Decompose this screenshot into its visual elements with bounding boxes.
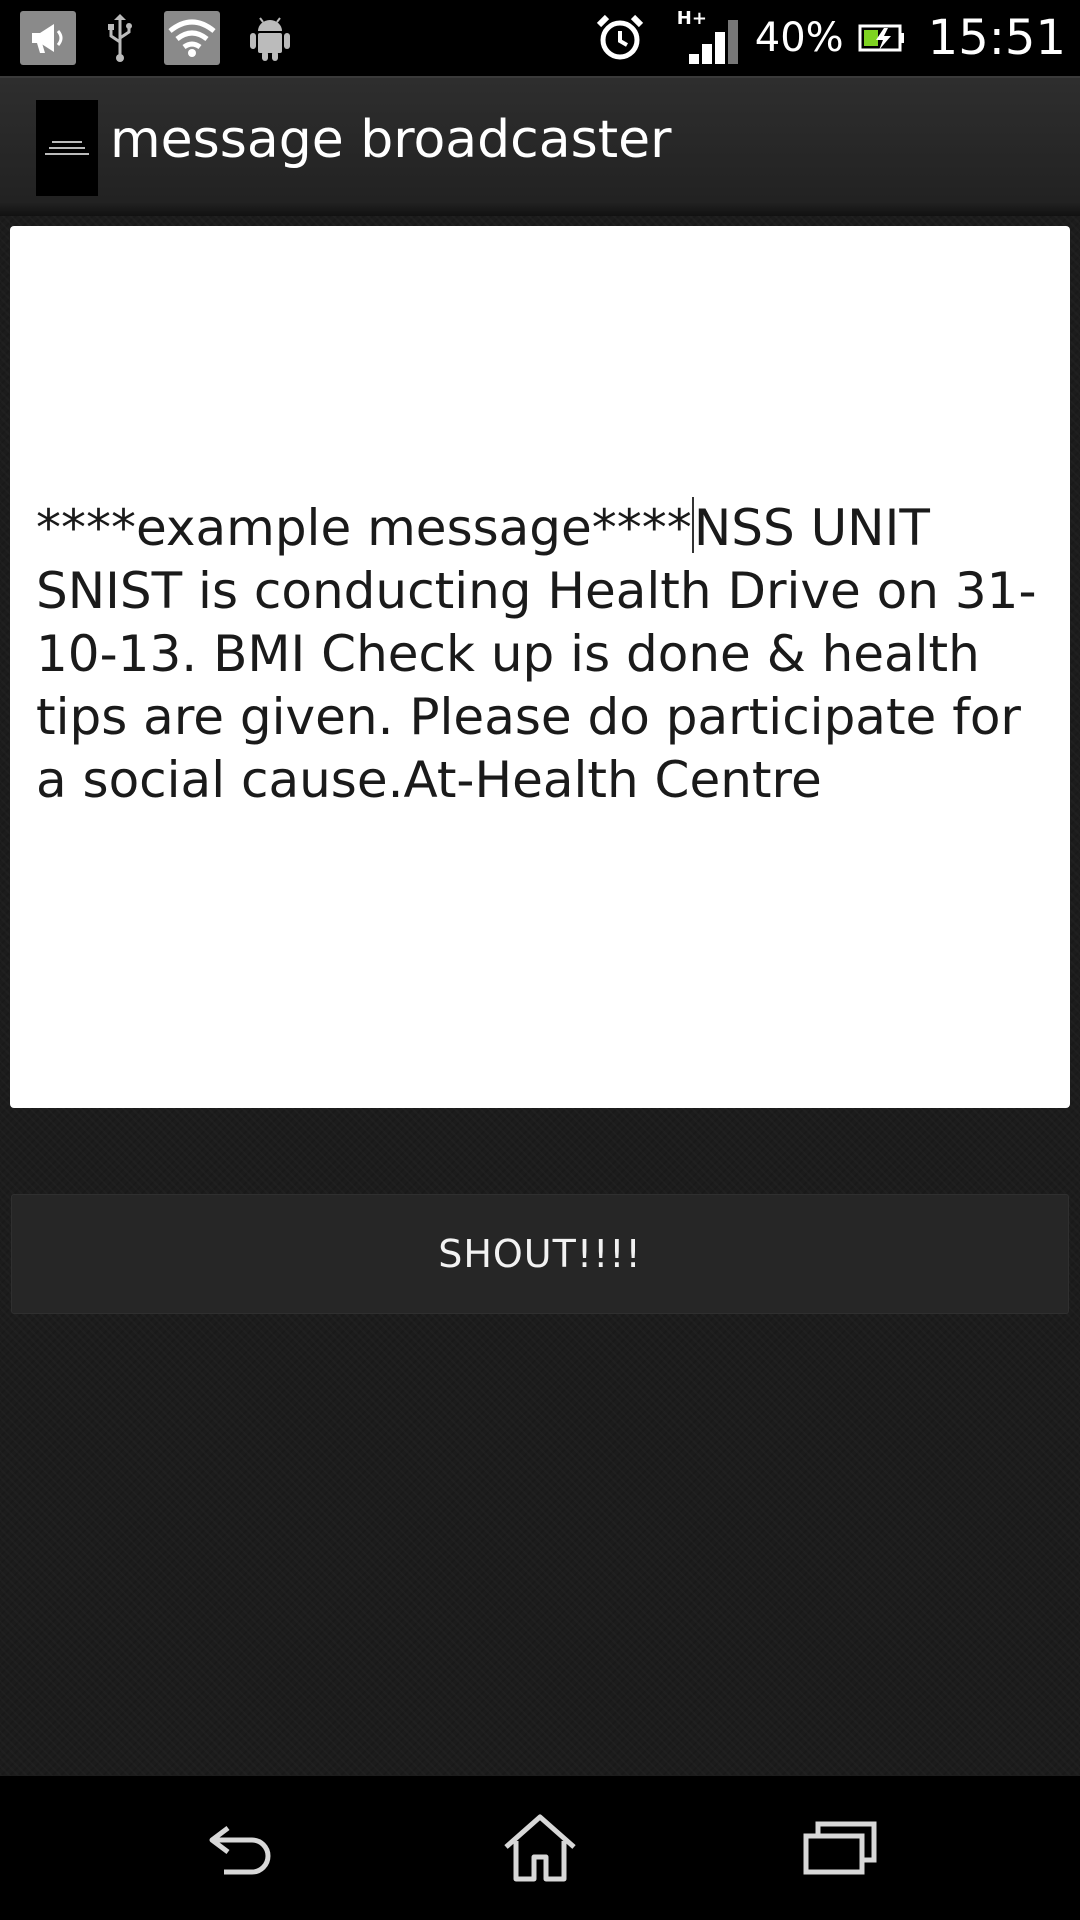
- megaphone-notification-icon: [20, 11, 76, 65]
- home-icon: [504, 1814, 576, 1882]
- system-status: H+ 40% 15:51: [595, 0, 1066, 76]
- recent-apps-button[interactable]: [740, 1776, 940, 1920]
- screen: H+ 40% 15:51 message broadcaster ****exa…: [0, 0, 1080, 1920]
- back-button[interactable]: [140, 1776, 340, 1920]
- wifi-icon: [164, 11, 220, 65]
- status-bar: H+ 40% 15:51: [0, 0, 1080, 76]
- home-button[interactable]: [440, 1776, 640, 1920]
- hplus-signal-icon: H+: [677, 8, 741, 68]
- usb-icon: [104, 12, 136, 64]
- navigation-bar: [0, 1776, 1080, 1920]
- message-text-before-cursor: ****example message****: [36, 498, 692, 557]
- alarm-icon: [595, 13, 645, 63]
- app-logo-icon[interactable]: [36, 100, 98, 196]
- action-bar: message broadcaster: [0, 76, 1080, 216]
- app-title: message broadcaster: [110, 110, 672, 170]
- battery-percent: 40%: [754, 15, 844, 61]
- message-text[interactable]: ****example message****NSS UNIT SNIST is…: [36, 496, 1044, 812]
- shout-button[interactable]: SHOUT!!!!: [11, 1194, 1069, 1314]
- message-input[interactable]: ****example message****NSS UNIT SNIST is…: [10, 226, 1070, 1108]
- clock: 15:51: [927, 10, 1066, 66]
- back-icon: [209, 1826, 271, 1875]
- shout-button-label: SHOUT!!!!: [438, 1232, 642, 1276]
- android-debug-icon: [248, 13, 292, 63]
- recent-apps-icon: [803, 1821, 877, 1875]
- battery-charging-icon: [858, 22, 906, 54]
- notification-icons: [20, 10, 292, 66]
